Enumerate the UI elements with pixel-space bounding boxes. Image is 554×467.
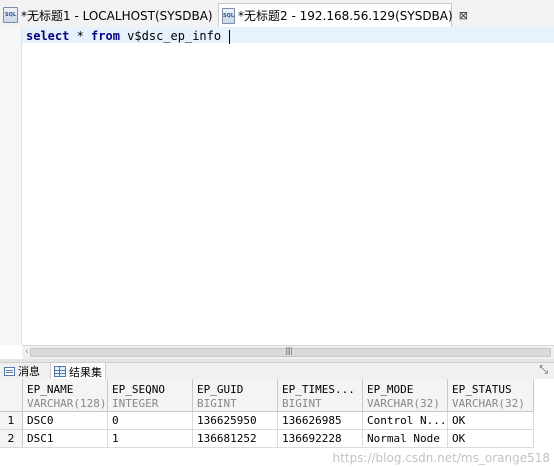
tab-untitled-2[interactable]: SQL *无标题2 - 192.168.56.129(SYSDBA) ⊠: [218, 3, 468, 27]
column-header-ep-mode[interactable]: EP_MODE VARCHAR(32): [362, 379, 448, 412]
row-number[interactable]: 2: [0, 429, 23, 448]
cell-ep-guid[interactable]: 136681252: [192, 429, 278, 448]
keyword-select: select: [26, 29, 70, 43]
maximize-view-icon[interactable]: ⤡: [539, 363, 548, 377]
cell-ep-status[interactable]: OK: [447, 429, 534, 448]
table-row[interactable]: 2 DSC1 1 136681252 136692228 Normal Node…: [0, 429, 534, 448]
header-row: EP_NAME VARCHAR(128) EP_SEQNO INTEGER EP_G…: [0, 379, 534, 412]
cell-ep-mode[interactable]: Control N...: [362, 411, 448, 430]
cell-ep-guid[interactable]: 136625950: [192, 411, 278, 430]
tab-result-set[interactable]: 结果集: [50, 363, 106, 380]
cell-ep-timestamp[interactable]: 136626985: [277, 411, 363, 430]
grip-icon: ||||: [285, 346, 293, 355]
text-caret: [229, 29, 231, 44]
close-tab-icon[interactable]: ⊠: [459, 9, 468, 22]
code-table-name: v$dsc_ep_info: [119, 29, 229, 43]
result-grid: EP_NAME VARCHAR(128) EP_SEQNO INTEGER EP_G…: [0, 379, 554, 467]
editor-horizontal-scrollbar[interactable]: ‹ ||||: [22, 345, 554, 359]
sql-file-icon: SQL: [222, 7, 236, 24]
tab-label: *无标题1 - LOCALHOST(SYSDBA): [21, 8, 213, 23]
sql-file-icon: SQL: [3, 7, 18, 23]
scroll-left-icon[interactable]: ‹: [25, 347, 29, 357]
column-header-ep-status[interactable]: EP_STATUS VARCHAR(32): [447, 379, 534, 412]
sql-code-line[interactable]: select * from v$dsc_ep_info: [26, 28, 231, 44]
watermark: https://blog.csdn.net/ms_orange518: [332, 451, 550, 465]
result-view-tabs: 消息 结果集 ⤡: [0, 362, 554, 380]
code-star: *: [69, 29, 92, 43]
tab-label: *无标题2 - 192.168.56.129(SYSDBA): [238, 9, 453, 23]
column-header-ep-name[interactable]: EP_NAME VARCHAR(128): [22, 379, 108, 412]
cell-ep-name[interactable]: DSC0: [22, 411, 108, 430]
column-header-ep-seqno[interactable]: EP_SEQNO INTEGER: [107, 379, 193, 412]
row-number-header: [0, 379, 23, 412]
message-icon: [4, 366, 15, 376]
cell-ep-mode[interactable]: Normal Node: [362, 429, 448, 448]
tab-messages-label: 消息: [18, 365, 40, 378]
cell-ep-seqno[interactable]: 0: [107, 411, 193, 430]
scrollbar-thumb[interactable]: ||||: [30, 346, 551, 357]
table-row[interactable]: 1 DSC0 0 136625950 136626985 Control N..…: [0, 411, 534, 430]
sql-editor[interactable]: select * from v$dsc_ep_info: [0, 27, 554, 345]
row-number[interactable]: 1: [0, 411, 23, 430]
cell-ep-name[interactable]: DSC1: [22, 429, 108, 448]
cell-ep-timestamp[interactable]: 136692228: [277, 429, 363, 448]
tab-messages[interactable]: 消息: [4, 363, 40, 379]
cell-ep-seqno[interactable]: 1: [107, 429, 193, 448]
tab-untitled-1[interactable]: SQL *无标题1 - LOCALHOST(SYSDBA): [3, 3, 217, 27]
result-table: EP_NAME VARCHAR(128) EP_SEQNO INTEGER EP_G…: [0, 379, 534, 448]
editor-tab-bar: SQL *无标题1 - LOCALHOST(SYSDBA) SQL *无标题2 …: [0, 0, 554, 28]
column-header-ep-guid[interactable]: EP_GUID BIGINT: [192, 379, 278, 412]
keyword-from: from: [91, 29, 120, 43]
column-header-ep-timestamp[interactable]: EP_TIMES... BIGINT: [277, 379, 363, 412]
grid-icon: [54, 366, 66, 377]
tab-result-set-label: 结果集: [69, 365, 102, 379]
line-gutter: [0, 27, 22, 345]
cell-ep-status[interactable]: OK: [447, 411, 534, 430]
